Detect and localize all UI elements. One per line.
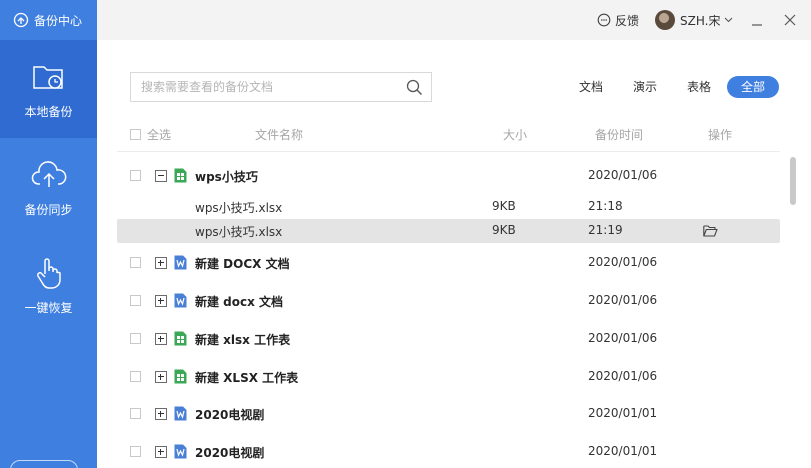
user-menu[interactable]: SZH.宋 <box>655 9 733 31</box>
file-group-name[interactable]: 新建 DOCX 文档 <box>195 255 290 272</box>
search-box <box>130 72 432 102</box>
minimize-button[interactable] <box>747 10 767 30</box>
scrollbar-thumb[interactable] <box>790 157 796 205</box>
filter-presentation[interactable]: 演示 <box>627 76 663 98</box>
spreadsheet-file-icon <box>174 168 187 183</box>
backup-time: 21:18 <box>588 199 623 213</box>
column-header-action: 操作 <box>708 128 733 142</box>
expand-toggle[interactable] <box>155 408 167 420</box>
sidebar-item-label: 本地备份 <box>24 104 73 119</box>
row-checkbox[interactable] <box>130 446 141 457</box>
backup-date: 2020/01/06 <box>588 293 658 307</box>
row-checkbox[interactable] <box>130 333 141 344</box>
search-icon[interactable] <box>406 79 423 96</box>
select-all-checkbox[interactable] <box>130 129 141 140</box>
row-checkbox[interactable] <box>130 371 141 382</box>
sidebar-item-one-click-restore[interactable]: 一键恢复 <box>0 236 97 334</box>
column-header-size: 大小 <box>503 128 528 142</box>
file-group-name[interactable]: wps小技巧 <box>195 168 258 185</box>
expand-toggle[interactable] <box>155 295 167 307</box>
file-group-name[interactable]: 2020电视剧 <box>195 444 264 461</box>
row-checkbox[interactable] <box>130 295 141 306</box>
row-checkbox[interactable] <box>130 170 141 181</box>
chat-bubble-icon <box>597 13 611 27</box>
file-group-name[interactable]: 新建 xlsx 工作表 <box>195 331 290 348</box>
filter-spreadsheet[interactable]: 表格 <box>681 76 717 98</box>
file-size: 9KB <box>492 199 516 213</box>
expand-toggle[interactable] <box>155 446 167 458</box>
app-brand: 备份中心 <box>0 0 97 40</box>
sidebar: 备份中心 本地备份 备份同步 一键恢复 <box>0 0 97 468</box>
backup-date: 2020/01/06 <box>588 331 658 345</box>
collapse-toggle[interactable] <box>155 170 167 182</box>
backup-file-name[interactable]: wps小技巧.xlsx <box>195 223 282 240</box>
document-file-icon <box>174 444 187 459</box>
spreadsheet-file-icon <box>174 331 187 346</box>
backup-file-name[interactable]: wps小技巧.xlsx <box>195 199 282 216</box>
title-bar: 反馈 SZH.宋 <box>97 0 811 40</box>
cloud-upload-icon <box>31 157 67 193</box>
feedback-label: 反馈 <box>615 13 640 28</box>
document-file-icon <box>174 406 187 421</box>
file-group-name[interactable]: 新建 XLSX 工作表 <box>195 369 298 386</box>
username: SZH.宋 <box>680 13 721 28</box>
open-folder-icon[interactable] <box>703 225 718 237</box>
sidebar-bottom-button[interactable] <box>10 460 78 468</box>
close-button[interactable] <box>780 10 800 30</box>
expand-toggle[interactable] <box>155 371 167 383</box>
minimize-icon <box>752 24 762 26</box>
backup-date: 2020/01/06 <box>588 168 658 182</box>
app-title: 备份中心 <box>34 13 83 28</box>
backup-time: 21:19 <box>588 223 623 237</box>
backup-date: 2020/01/06 <box>588 369 658 383</box>
select-all-label: 全选 <box>147 128 172 142</box>
folder-clock-icon <box>31 59 67 95</box>
column-header-time: 备份时间 <box>595 128 644 142</box>
backup-date: 2020/01/06 <box>588 255 658 269</box>
spreadsheet-file-icon <box>174 369 187 384</box>
row-checkbox[interactable] <box>130 408 141 419</box>
sidebar-item-local-backup[interactable]: 本地备份 <box>0 40 97 138</box>
file-size: 9KB <box>492 223 516 237</box>
sidebar-item-backup-sync[interactable]: 备份同步 <box>0 138 97 236</box>
filter-all[interactable]: 全部 <box>727 76 779 98</box>
search-input[interactable] <box>141 73 391 101</box>
document-file-icon <box>174 255 187 270</box>
row-checkbox[interactable] <box>130 257 141 268</box>
filter-document[interactable]: 文档 <box>573 76 609 98</box>
close-icon <box>784 14 796 26</box>
expand-toggle[interactable] <box>155 333 167 345</box>
header-divider <box>117 151 780 152</box>
document-file-icon <box>174 293 187 308</box>
file-group-name[interactable]: 新建 docx 文档 <box>195 293 283 310</box>
chevron-down-icon <box>725 17 733 23</box>
sidebar-item-label: 一键恢复 <box>24 300 73 315</box>
file-group-name[interactable]: 2020电视剧 <box>195 406 264 423</box>
feedback-button[interactable]: 反馈 <box>597 10 639 30</box>
expand-toggle[interactable] <box>155 257 167 269</box>
backup-center-icon <box>13 12 29 28</box>
column-header-name: 文件名称 <box>255 128 304 142</box>
hand-pointer-icon <box>31 255 67 291</box>
backup-date: 2020/01/01 <box>588 406 658 420</box>
backup-date: 2020/01/01 <box>588 444 658 458</box>
avatar <box>655 10 675 30</box>
sidebar-item-label: 备份同步 <box>24 202 73 217</box>
